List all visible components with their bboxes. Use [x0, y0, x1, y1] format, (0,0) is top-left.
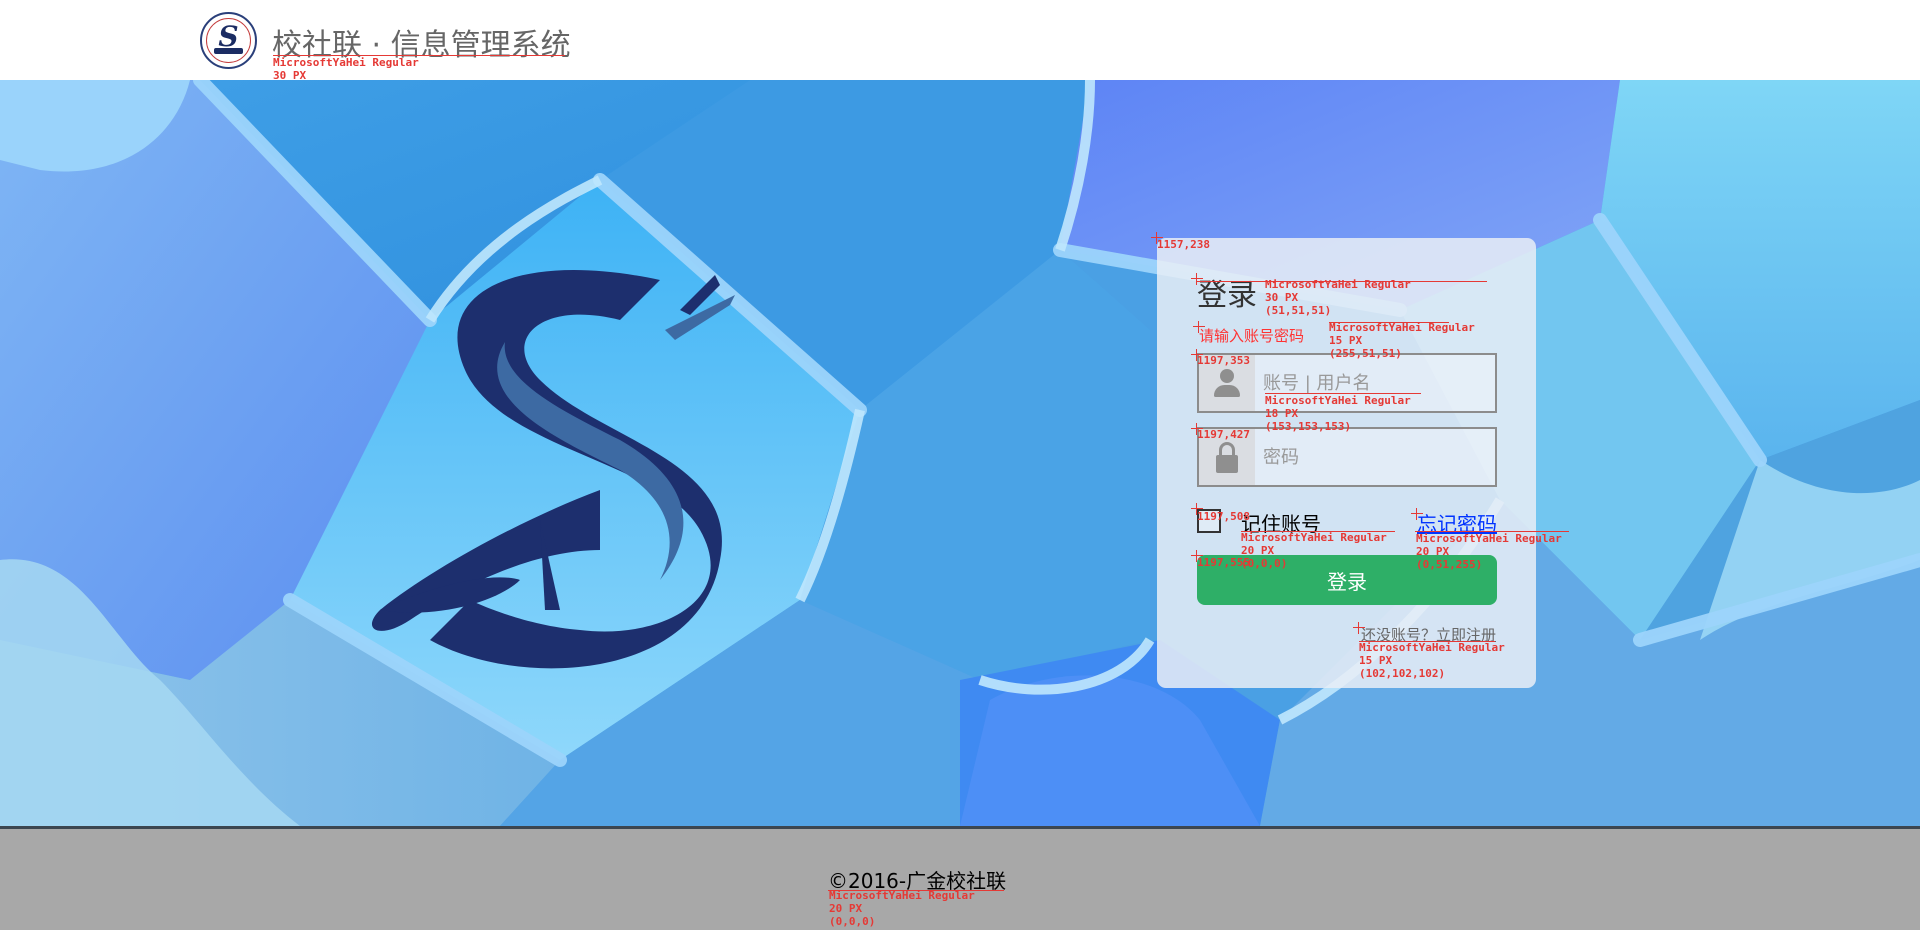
login-title: 登录: [1197, 278, 1257, 313]
login-button[interactable]: 登录: [1197, 555, 1497, 605]
password-field[interactable]: [1197, 427, 1497, 487]
remember-label[interactable]: 记住账号: [1241, 508, 1321, 537]
error-message: 请输入账号密码: [1199, 327, 1305, 345]
login-card: 登录 请输入账号密码 记住账号 忘记密码 登录 还没账号？立即注册: [1157, 238, 1536, 688]
hero-banner: [0, 80, 1920, 826]
copyright-text: ©2016-广金校社联: [828, 869, 1007, 893]
remember-checkbox[interactable]: [1197, 509, 1221, 533]
school-union-logo[interactable]: S: [200, 12, 257, 69]
lock-icon: [1199, 429, 1255, 485]
user-icon: [1199, 355, 1255, 411]
username-field[interactable]: [1197, 353, 1497, 413]
footer: ©2016-广金校社联 MicrosoftYaHei Regular 20 PX…: [0, 826, 1920, 930]
forgot-password-link[interactable]: 忘记密码: [1417, 508, 1497, 537]
hero-background: [0, 80, 1920, 826]
password-input[interactable]: [1263, 439, 1488, 475]
register-link[interactable]: 还没账号？立即注册: [1361, 624, 1496, 645]
copyright-style-annotation: MicrosoftYaHei Regular 20 PX (0,0,0): [829, 889, 975, 928]
username-input[interactable]: [1263, 365, 1488, 401]
header: S 校社联 · 信息管理系统 MicrosoftYaHei Regular 30…: [0, 0, 1920, 95]
